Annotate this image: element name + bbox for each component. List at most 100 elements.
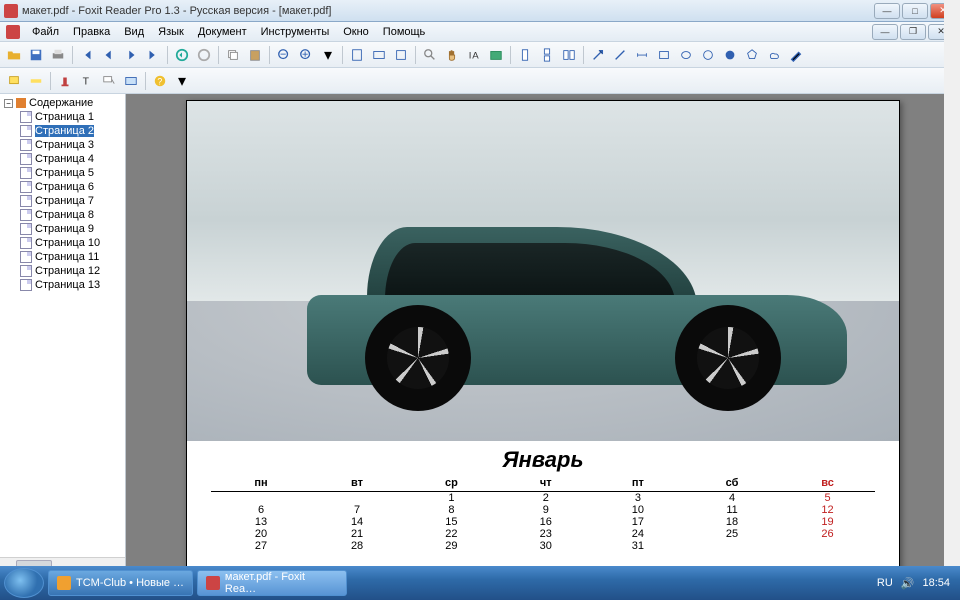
system-tray[interactable]: RU 🔊 18:54 (871, 577, 956, 590)
tree-item-page-1[interactable]: Страница 1 (2, 110, 123, 124)
facing-icon[interactable] (559, 45, 579, 65)
calendar-table: пнвтсрчтптсбвс12345678910111213141516171… (211, 475, 875, 552)
doc-restore-button[interactable]: ❐ (900, 24, 926, 40)
maximize-button[interactable]: □ (902, 3, 928, 19)
prev-page-icon[interactable] (99, 45, 119, 65)
circle-annot-icon[interactable] (698, 45, 718, 65)
tree-item-label: Страница 5 (35, 167, 94, 179)
tree-item-page-10[interactable]: Страница 10 (2, 236, 123, 250)
search-icon[interactable] (420, 45, 440, 65)
tree-item-label: Страница 9 (35, 223, 94, 235)
menu-document[interactable]: Документ (192, 24, 253, 40)
tree-item-page-2[interactable]: Страница 2 (2, 124, 123, 138)
snapshot-icon[interactable] (486, 45, 506, 65)
tree-item-page-4[interactable]: Страница 4 (2, 152, 123, 166)
page-icon (20, 223, 32, 235)
rect-annot-icon[interactable] (654, 45, 674, 65)
back-icon[interactable] (172, 45, 192, 65)
taskbar: TCM-Club • Новые … макет.pdf - Foxit Rea… (0, 566, 960, 600)
tree-item-page-11[interactable]: Страница 11 (2, 250, 123, 264)
tree-item-page-5[interactable]: Страница 5 (2, 166, 123, 180)
save-icon[interactable] (26, 45, 46, 65)
menu-file[interactable]: Файл (26, 24, 65, 40)
help-drop-icon[interactable]: ▾ (172, 71, 192, 91)
start-button[interactable] (4, 568, 44, 598)
ellipse-annot-icon[interactable] (676, 45, 696, 65)
menu-tools[interactable]: Инструменты (255, 24, 336, 40)
page-icon (20, 265, 32, 277)
tray-volume-icon[interactable]: 🔊 (901, 577, 915, 590)
continuous-icon[interactable] (537, 45, 557, 65)
tree-item-page-8[interactable]: Страница 8 (2, 208, 123, 222)
note-icon[interactable] (4, 71, 24, 91)
app-icon (4, 4, 18, 18)
svg-text:A: A (472, 50, 479, 61)
open-icon[interactable] (4, 45, 24, 65)
help-icon[interactable]: ? (150, 71, 170, 91)
document-viewer[interactable]: Январь пнвтсрчтптсбвс1234567891011121314… (126, 94, 960, 573)
svg-text:T: T (83, 75, 90, 87)
print-icon[interactable] (48, 45, 68, 65)
pencil-annot-icon[interactable] (786, 45, 806, 65)
first-page-icon[interactable] (77, 45, 97, 65)
tray-lang[interactable]: RU (877, 577, 893, 589)
page-icon (20, 153, 32, 165)
svg-text:I: I (469, 50, 472, 61)
arrow-annot-icon[interactable] (588, 45, 608, 65)
single-page-icon[interactable] (515, 45, 535, 65)
dimension-icon[interactable] (632, 45, 652, 65)
tree-item-label: Страница 4 (35, 153, 94, 165)
textbox-icon[interactable] (121, 71, 141, 91)
calendar-month: Январь (211, 447, 875, 473)
forward-icon[interactable] (194, 45, 214, 65)
doc-minimize-button[interactable]: — (872, 24, 898, 40)
menu-help[interactable]: Помощь (377, 24, 432, 40)
menu-lang[interactable]: Язык (152, 24, 190, 40)
hand-icon[interactable] (442, 45, 462, 65)
outer-vscroll[interactable] (944, 0, 960, 600)
line-annot-icon[interactable] (610, 45, 630, 65)
menu-view[interactable]: Вид (118, 24, 150, 40)
calendar-block: Январь пнвтсрчтптсбвс1234567891011121314… (187, 441, 899, 562)
zoom-in-icon[interactable] (296, 45, 316, 65)
circle-fill-icon[interactable] (720, 45, 740, 65)
tree-item-page-9[interactable]: Страница 9 (2, 222, 123, 236)
cloud-icon[interactable] (764, 45, 784, 65)
zoom-drop-icon[interactable]: ▾ (318, 45, 338, 65)
minimize-button[interactable]: — (874, 3, 900, 19)
text-tool-icon[interactable]: T (77, 71, 97, 91)
page-icon (20, 251, 32, 263)
page-icon (20, 111, 32, 123)
sidebar: − Содержание Страница 1Страница 2Страниц… (0, 94, 126, 573)
collapse-icon[interactable]: − (4, 99, 13, 108)
task-item-1[interactable]: TCM-Club • Новые … (48, 570, 193, 596)
tree-item-page-13[interactable]: Страница 13 (2, 278, 123, 292)
last-page-icon[interactable] (143, 45, 163, 65)
tree-item-page-7[interactable]: Страница 7 (2, 194, 123, 208)
menu-edit[interactable]: Правка (67, 24, 116, 40)
tree-root[interactable]: − Содержание (2, 96, 123, 110)
tree-item-label: Страница 2 (35, 125, 94, 137)
tree-item-page-12[interactable]: Страница 12 (2, 264, 123, 278)
callout-icon[interactable] (99, 71, 119, 91)
task-item-2[interactable]: макет.pdf - Foxit Rea… (197, 570, 347, 596)
text-select-icon[interactable]: IA (464, 45, 484, 65)
tree-item-label: Страница 12 (35, 265, 100, 277)
copy-icon[interactable] (223, 45, 243, 65)
tree-item-page-3[interactable]: Страница 3 (2, 138, 123, 152)
tray-clock[interactable]: 18:54 (922, 577, 950, 589)
menu-window[interactable]: Окно (337, 24, 375, 40)
fit-width-icon[interactable] (369, 45, 389, 65)
tree-item-page-6[interactable]: Страница 6 (2, 180, 123, 194)
next-page-icon[interactable] (121, 45, 141, 65)
tree-item-label: Страница 11 (35, 251, 99, 263)
zoom-out-icon[interactable] (274, 45, 294, 65)
polygon-icon[interactable] (742, 45, 762, 65)
fit-page-icon[interactable] (347, 45, 367, 65)
actual-size-icon[interactable] (391, 45, 411, 65)
stamp-icon[interactable] (55, 71, 75, 91)
highlight-icon[interactable] (26, 71, 46, 91)
tree-item-label: Страница 1 (35, 111, 94, 123)
paste-icon[interactable] (245, 45, 265, 65)
tree-item-label: Страница 10 (35, 237, 100, 249)
